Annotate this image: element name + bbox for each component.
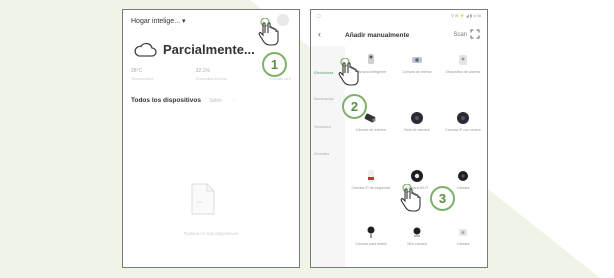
status-bar-left: ▢ <box>317 13 321 18</box>
hand-pointer-icon <box>400 184 421 212</box>
alarm-icon <box>459 55 467 65</box>
step-badge-3: 3 <box>430 186 455 211</box>
status-bar: ▢ ⚲ ✉ ⚡ ◢ ▮ 4:08 <box>311 13 487 21</box>
device-tile[interactable]: Dispositivo de alarma <box>441 52 485 75</box>
stat-label: Temperatura <box>131 76 154 81</box>
camera-body-icon <box>459 229 467 236</box>
security-camera-icon <box>368 170 374 182</box>
device-label: Cámara <box>456 242 470 246</box>
home-title: Hogar intelige... <box>131 18 181 25</box>
home-selector[interactable]: Hogar intelige... ▾ <box>131 17 186 25</box>
device-label: Cámara de exterior <box>355 128 387 132</box>
ip-camera-icon <box>457 112 469 124</box>
empty-devices-text: Todavía no hay dispositivos <box>183 231 239 236</box>
scan-button[interactable]: Scan <box>453 32 467 38</box>
camera-icon <box>368 54 374 64</box>
step-badge-1: 1 <box>262 52 287 77</box>
stat-label: Humedad exterior <box>195 76 228 81</box>
device-tile[interactable]: Mini cámara <box>395 224 439 247</box>
status-bar-right: ⚲ ✉ ⚡ ◢ ▮ 4:08 <box>451 13 481 18</box>
sidebar-item-lighting[interactable]: Iluminación <box>314 96 334 101</box>
tab-room[interactable]: Salón <box>209 98 222 104</box>
back-arrow-icon[interactable]: ‹ <box>318 29 321 39</box>
device-tile[interactable]: Cámara <box>441 224 485 247</box>
stat-value: 28°C <box>131 68 143 74</box>
baby-camera-icon <box>367 226 375 238</box>
device-label: Mini cámara <box>407 242 427 246</box>
scan-icon[interactable] <box>470 29 480 39</box>
device-label: Cámara para bebés <box>355 242 387 246</box>
weather-text: Parcialmente... <box>163 41 255 57</box>
device-tile[interactable]: Cámara de interior <box>395 52 439 75</box>
device-label: Cámara IP de seguridad <box>351 186 391 190</box>
tab-all-devices[interactable]: Todos los dispositivos <box>131 97 201 104</box>
chevron-down-icon: ▾ <box>181 18 186 25</box>
device-label: Dispositivo de alarma <box>445 70 481 74</box>
sidebar-item-electrician[interactable]: Electricista <box>314 70 333 75</box>
hand-pointer-icon <box>338 58 359 86</box>
more-icon[interactable]: ··· <box>230 98 235 104</box>
mini-camera-icon <box>458 171 468 181</box>
sidebar-item-large[interactable]: Grandes <box>314 151 329 156</box>
device-label: Bola de cámara <box>404 128 430 132</box>
sidebar-item-sensors[interactable]: Sensores <box>314 124 331 129</box>
empty-devices-icon <box>191 183 215 215</box>
device-tile[interactable]: Bola de cámara <box>395 110 439 133</box>
background-tint <box>0 0 600 278</box>
page-title: Añadir manualmente <box>345 32 410 39</box>
add-device-phone: ▢ ⚲ ✉ ⚡ ◢ ▮ 4:08 ‹ Añadir manualmente Sc… <box>310 9 488 268</box>
device-tile[interactable]: Cámara IP de seguridad <box>349 168 393 191</box>
round-camera-icon <box>413 227 421 237</box>
hand-pointer-icon <box>258 18 279 46</box>
stat-value: 32.1% <box>195 68 210 74</box>
step-badge-2: 2 <box>342 94 367 119</box>
device-tile[interactable]: Cámara IP con sensor <box>441 110 485 133</box>
cloud-icon <box>134 42 157 57</box>
device-label: Cámara IP con sensor <box>445 128 481 132</box>
device-tile[interactable]: Cámara para bebés <box>349 224 393 247</box>
stat-temperature: 28°C Temperatura <box>131 68 153 81</box>
device-label: Cámara de interior <box>402 70 432 74</box>
devices-header: Todos los dispositivos Salón ··· <box>131 97 295 104</box>
weather-widget: Parcialmente... <box>133 37 255 61</box>
ball-camera-icon <box>411 112 423 124</box>
stat-humidity: 32.1% Humedad exterior <box>196 68 228 81</box>
wifi-camera-icon <box>411 170 423 182</box>
indoor-camera-icon <box>412 57 422 63</box>
